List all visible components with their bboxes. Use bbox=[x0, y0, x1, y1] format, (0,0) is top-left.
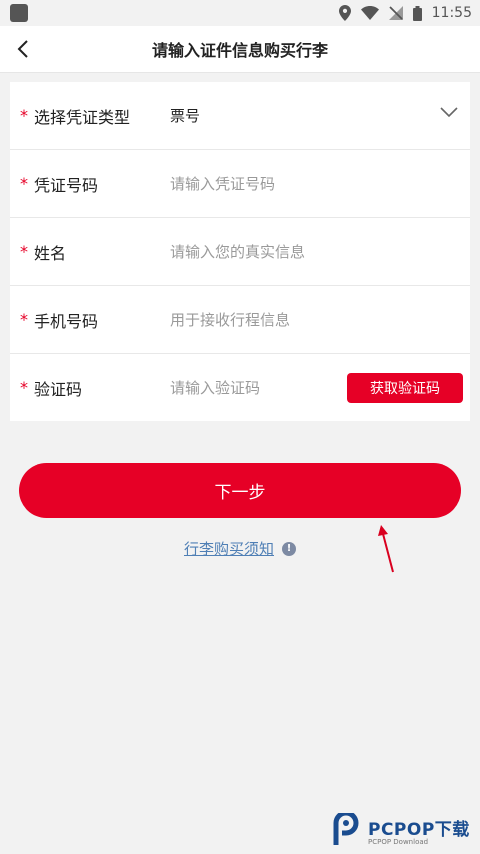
required-mark: * bbox=[20, 106, 28, 125]
watermark-title: PCPOP下载 bbox=[368, 819, 470, 840]
phone-label: 手机号码 bbox=[34, 311, 99, 331]
watermark-logo-icon bbox=[330, 810, 364, 847]
code-label: 验证码 bbox=[34, 379, 83, 399]
luggage-notice-link[interactable]: 行李购买须知 bbox=[184, 538, 274, 559]
page-title: 请输入证件信息购买行李 bbox=[151, 41, 328, 60]
location-icon bbox=[338, 5, 351, 21]
required-mark: * bbox=[20, 310, 28, 329]
watermark: PCPOP下载 PCPOP Download bbox=[330, 806, 480, 854]
app-header: 请输入证件信息购买行李 bbox=[0, 26, 480, 73]
required-mark: * bbox=[20, 378, 28, 397]
battery-icon bbox=[412, 5, 422, 21]
doc-number-input[interactable]: 请输入凭证号码 bbox=[170, 173, 275, 194]
wifi-icon bbox=[360, 6, 379, 20]
status-bar: 11:55 bbox=[0, 0, 480, 26]
notification-icon bbox=[10, 4, 28, 22]
required-mark: * bbox=[20, 174, 28, 193]
doc-number-row: * 凭证号码 请输入凭证号码 bbox=[10, 150, 470, 218]
info-icon[interactable]: ! bbox=[282, 541, 296, 556]
status-time: 11:55 bbox=[431, 5, 472, 21]
next-step-button[interactable]: 下一步 bbox=[19, 463, 461, 518]
name-input[interactable]: 请输入您的真实信息 bbox=[170, 241, 305, 262]
required-mark: * bbox=[20, 242, 28, 261]
back-button[interactable] bbox=[10, 36, 36, 62]
doc-type-select[interactable]: 票号 bbox=[170, 105, 200, 126]
doc-type-row[interactable]: * 选择凭证类型 票号 bbox=[10, 82, 470, 150]
name-row: * 姓名 请输入您的真实信息 bbox=[10, 218, 470, 286]
annotation-arrow-icon bbox=[378, 525, 394, 573]
code-input[interactable]: 请输入验证码 bbox=[170, 377, 260, 398]
get-code-button[interactable]: 获取验证码 bbox=[347, 373, 463, 403]
chevron-left-icon bbox=[17, 40, 28, 58]
no-signal-icon bbox=[388, 6, 403, 20]
ticket-form: * 选择凭证类型 票号 * 凭证号码 请输入凭证号码 * 姓名 请输入您的真实信… bbox=[10, 82, 470, 421]
notice-row: 行李购买须知 ! bbox=[0, 538, 480, 559]
doc-type-label: 选择凭证类型 bbox=[34, 107, 131, 127]
phone-row: * 手机号码 用于接收行程信息 bbox=[10, 286, 470, 354]
code-row: * 验证码 请输入验证码 获取验证码 bbox=[10, 354, 470, 421]
doc-number-label: 凭证号码 bbox=[34, 175, 99, 195]
phone-input[interactable]: 用于接收行程信息 bbox=[170, 309, 290, 330]
name-label: 姓名 bbox=[34, 243, 67, 263]
chevron-down-icon bbox=[440, 107, 458, 118]
